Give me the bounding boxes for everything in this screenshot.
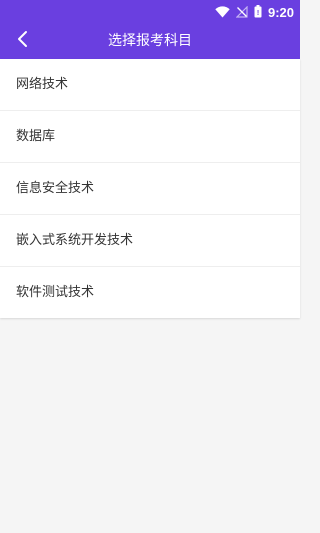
subject-label: 数据库 — [16, 129, 56, 144]
chevron-left-icon — [17, 30, 29, 52]
back-button[interactable] — [8, 26, 38, 56]
status-bar: ! 9:20 — [0, 0, 300, 24]
subject-list: 网络技术 数据库 信息安全技术 嵌入式系统开发技术 软件测试技术 — [0, 59, 300, 318]
subject-label: 信息安全技术 — [16, 181, 95, 196]
subject-item-database[interactable]: 数据库 — [0, 111, 300, 163]
subject-item-network[interactable]: 网络技术 — [0, 59, 300, 111]
toolbar: 选择报考科目 — [0, 24, 300, 59]
subject-item-embedded[interactable]: 嵌入式系统开发技术 — [0, 215, 300, 267]
status-time: 9:20 — [267, 4, 294, 20]
subject-label: 网络技术 — [16, 77, 69, 92]
no-signal-icon — [235, 3, 248, 22]
subject-item-testing[interactable]: 软件测试技术 — [0, 267, 300, 318]
battery-icon: ! — [254, 3, 262, 22]
subject-label: 软件测试技术 — [16, 285, 95, 300]
svg-text:!: ! — [257, 10, 259, 17]
page-title: 选择报考科目 — [108, 33, 192, 49]
status-icons: ! 9:20 — [215, 0, 294, 24]
subject-label: 嵌入式系统开发技术 — [16, 233, 134, 248]
subject-item-security[interactable]: 信息安全技术 — [0, 163, 300, 215]
wifi-icon — [215, 3, 230, 22]
